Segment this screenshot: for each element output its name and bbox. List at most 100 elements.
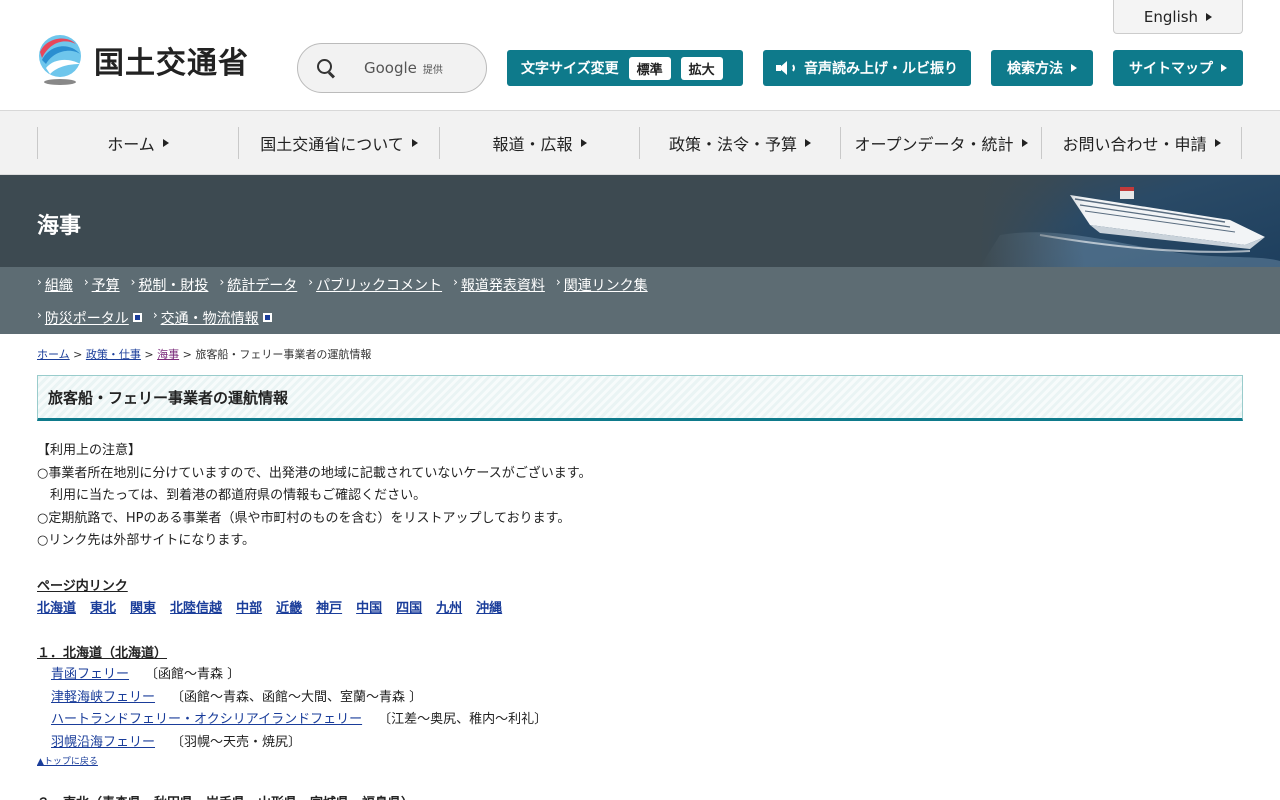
font-size-large-button[interactable]: 拡大 xyxy=(680,56,723,80)
page-title-text: 旅客船・フェリー事業者の運航情報 xyxy=(48,388,289,407)
gnav-label: オープンデータ・統計 xyxy=(854,135,1014,154)
external-link-icon xyxy=(132,313,142,322)
breadcrumb-separator: > xyxy=(144,348,154,361)
back-to-top-link[interactable]: ▲トップに戻る xyxy=(37,754,98,767)
chevron-right-icon: › xyxy=(219,275,225,289)
triangle-right-icon xyxy=(411,139,418,147)
gnav-item-about[interactable]: 国土交通省について xyxy=(238,127,439,159)
anchor-link-chubu[interactable]: 中部 xyxy=(236,597,262,616)
subnav-link-budget[interactable]: 予算 xyxy=(92,275,120,295)
usage-notes: 【利用上の注意】 ○事業者所在地別に分けていますので、出発港の地域に記載されてい… xyxy=(37,440,591,553)
triangle-right-icon xyxy=(805,139,811,147)
speech-ruby-label: 音声読み上げ・ルビ振り xyxy=(804,61,958,77)
anchor-link-shikoku[interactable]: 四国 xyxy=(396,597,422,616)
category-title: 海事 xyxy=(37,214,82,239)
category-subnav: › 組織 › 予算 › 税制・財投 › 統計データ › パブリックコメント › 報道発表資料… xyxy=(0,267,1280,334)
speaker-icon xyxy=(776,60,795,76)
subnav-link-tax[interactable]: 税制・財投 xyxy=(138,275,208,295)
speech-ruby-button[interactable]: 音声読み上げ・ルビ振り xyxy=(763,50,971,86)
chevron-right-icon: › xyxy=(555,275,561,289)
list-item: 津軽海峡フェリー 〔函館～青森、函館～大間、室蘭～青森 〕 xyxy=(51,687,547,710)
gnav-label: ホーム xyxy=(107,135,155,154)
ferry-operator-link[interactable]: 津軽海峡フェリー xyxy=(51,690,155,705)
note-line: ○定期航路で、HPのある事業者（県や市町村のものを含む）をリストアップしておりま… xyxy=(37,510,571,526)
ferry-banner-image xyxy=(980,175,1280,267)
breadcrumb-home[interactable]: ホーム xyxy=(37,348,70,361)
subnav-link-organization[interactable]: 組織 xyxy=(45,275,73,295)
note-line: 利用に当たっては、到着港の都道府県の情報もご確認ください。 xyxy=(37,488,427,503)
section-title-tohoku: ２．東北（青森県、秋田県、岩手県、山形県、宮城県、福島県） xyxy=(37,792,414,800)
chevron-right-icon: › xyxy=(152,308,158,322)
gnav-item-policy[interactable]: 政策・法令・予算 xyxy=(639,127,840,159)
search-provided: 提供 xyxy=(422,64,443,76)
subnav-link-disaster-portal[interactable]: 防災ポータル xyxy=(45,308,142,328)
chevron-right-icon: › xyxy=(83,275,89,289)
subnav-link-related-links[interactable]: 関連リンク集 xyxy=(564,275,648,295)
anchor-link-hokkaido[interactable]: 北海道 xyxy=(37,597,76,616)
anchor-link-hokuriku-shinetsu[interactable]: 北陸信越 xyxy=(170,597,222,616)
gnav-label: 政策・法令・予算 xyxy=(668,135,797,154)
global-nav: ホーム 国土交通省について 報道・広報 政策・法令・予算 オープンデータ・統計 … xyxy=(0,111,1280,175)
subnav-link-public-comment[interactable]: パブリックコメント xyxy=(316,275,442,295)
breadcrumb-separator: > xyxy=(73,348,83,361)
site-logo[interactable]: 国土交通省 xyxy=(36,34,249,86)
chevron-right-icon: › xyxy=(37,308,42,322)
page-title: 旅客船・フェリー事業者の運航情報 xyxy=(37,375,1243,421)
note-line: ○事業者所在地別に分けていますので、出発港の地域に記載されていないケースがござい… xyxy=(37,465,592,481)
subnav-label: 防災ポータル xyxy=(44,311,129,327)
font-size-standard-button[interactable]: 標準 xyxy=(628,56,671,80)
search-howto-button[interactable]: 検索方法 xyxy=(991,50,1093,86)
list-item: 羽幌沿海フェリー 〔羽幌～天売・焼尻〕 xyxy=(51,732,547,755)
triangle-right-icon xyxy=(1221,64,1227,72)
note-line: ○リンク先は外部サイトになります。 xyxy=(37,533,256,548)
anchor-link-okinawa[interactable]: 沖縄 xyxy=(476,597,502,616)
breadcrumb-policy[interactable]: 政策・仕事 xyxy=(86,348,141,361)
chevron-right-icon: › xyxy=(308,275,314,289)
gnav-item-press[interactable]: 報道・広報 xyxy=(439,127,639,159)
ferry-route: 〔江差～奥尻、稚内～利礼〕 xyxy=(378,712,548,727)
triangle-right-icon xyxy=(1206,12,1213,21)
anchor-link-kobe[interactable]: 神戸 xyxy=(316,597,342,616)
logo-text: 国土交通省 xyxy=(94,46,249,81)
anchor-link-chugoku[interactable]: 中国 xyxy=(356,597,382,616)
in-page-links-title: ページ内リンク xyxy=(37,579,128,594)
subnav-label: 交通・物流情報 xyxy=(160,311,259,327)
ferry-operator-link[interactable]: 羽幌沿海フェリー xyxy=(51,735,155,750)
breadcrumb: ホーム > 政策・仕事 > 海事 > 旅客船・フェリー事業者の運航情報 xyxy=(37,346,371,362)
gnav-label: 報道・広報 xyxy=(492,135,573,154)
ferry-operator-link[interactable]: 青函フェリー xyxy=(51,667,129,682)
anchor-link-kinki[interactable]: 近畿 xyxy=(276,597,302,616)
ferry-operator-link[interactable]: ハートランドフェリー・オクシリアイランドフェリー xyxy=(51,712,362,727)
font-size-label: 文字サイズ変更 xyxy=(521,61,619,77)
chevron-right-icon: › xyxy=(453,275,458,289)
subnav-link-press-releases[interactable]: 報道発表資料 xyxy=(461,275,545,295)
anchor-link-kanto[interactable]: 関東 xyxy=(130,597,156,616)
breadcrumb-current: 旅客船・フェリー事業者の運航情報 xyxy=(195,348,372,361)
subnav-link-traffic-logistics[interactable]: 交通・物流情報 xyxy=(161,308,272,328)
gnav-item-contact[interactable]: お問い合わせ・申請 xyxy=(1041,127,1242,159)
note-line: 【利用上の注意】 xyxy=(37,443,142,458)
triangle-right-icon xyxy=(1071,64,1077,72)
list-item: ハートランドフェリー・オクシリアイランドフェリー 〔江差～奥尻、稚内～利礼〕 xyxy=(51,709,547,732)
triangle-right-icon xyxy=(162,139,169,147)
breadcrumb-separator: > xyxy=(182,348,192,361)
in-page-links: 北海道 東北 関東 北陸信越 中部 近畿 神戸 中国 四国 九州 沖縄 xyxy=(37,597,516,616)
triangle-right-icon xyxy=(1214,139,1221,147)
external-link-icon xyxy=(262,313,272,322)
site-search[interactable]: Google 提供 xyxy=(297,43,487,93)
anchor-link-tohoku[interactable]: 東北 xyxy=(90,597,116,616)
gnav-item-home[interactable]: ホーム xyxy=(37,127,238,159)
chevron-right-icon: › xyxy=(37,275,42,289)
english-link[interactable]: English xyxy=(1113,0,1243,34)
sitemap-button[interactable]: サイトマップ xyxy=(1113,50,1243,86)
chevron-right-icon: › xyxy=(130,275,136,289)
search-icon[interactable] xyxy=(316,58,336,78)
gnav-label: 国土交通省について xyxy=(260,135,404,154)
breadcrumb-maritime[interactable]: 海事 xyxy=(157,348,179,361)
subnav-link-statistics[interactable]: 統計データ xyxy=(227,275,297,295)
anchor-link-kyushu[interactable]: 九州 xyxy=(436,597,462,616)
gnav-item-opendata[interactable]: オープンデータ・統計 xyxy=(840,127,1041,159)
font-size-control: 文字サイズ変更 標準 拡大 xyxy=(507,50,743,86)
section-title-hokkaido: １．北海道（北海道） xyxy=(37,646,168,661)
sitemap-label: サイトマップ xyxy=(1129,61,1213,77)
